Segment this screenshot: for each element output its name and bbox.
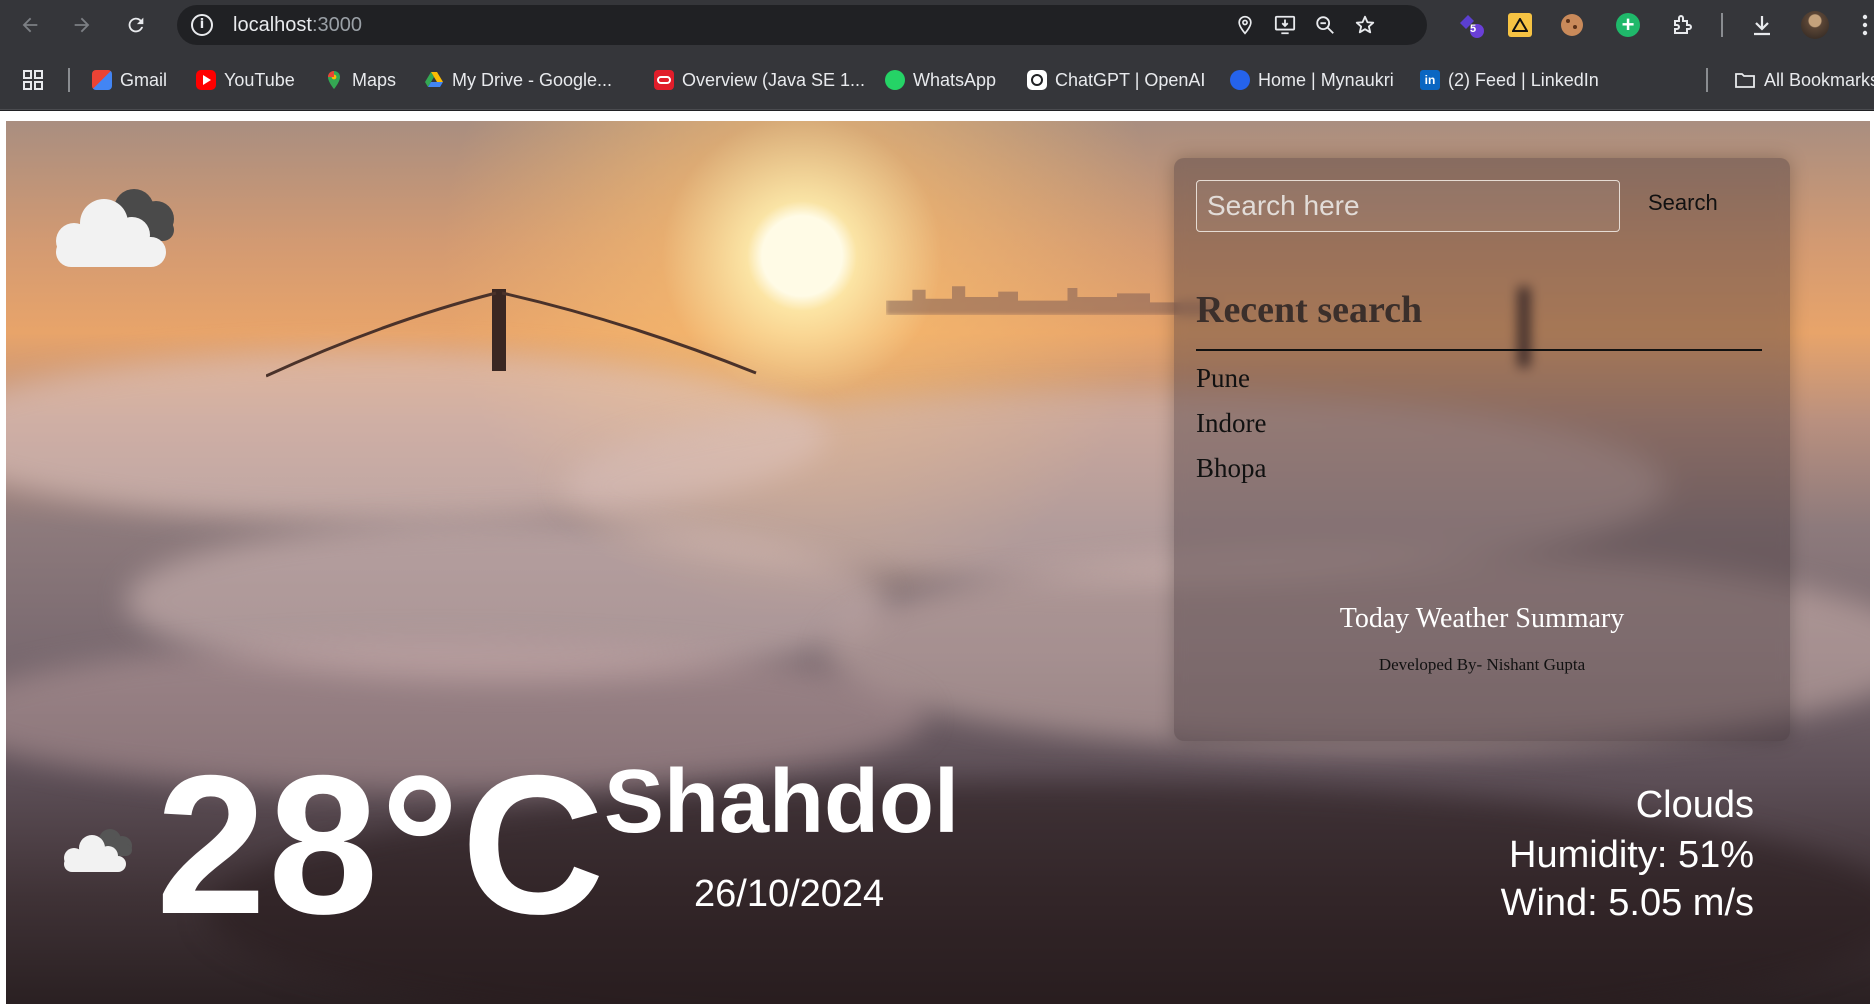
recent-search-item[interactable]: Bhopa (1196, 453, 1267, 484)
forward-button[interactable] (66, 9, 98, 41)
reload-button[interactable] (120, 9, 152, 41)
cookie-extension-icon[interactable] (1557, 10, 1587, 40)
wind-value: Wind: 5.05 m/s (1500, 882, 1754, 924)
bookmark-java-overview[interactable]: Overview (Java SE 1... (654, 64, 865, 96)
bookmark-label: Home | Mynaukri (1258, 69, 1394, 90)
naukri-icon (1230, 70, 1250, 90)
bookmark-label: My Drive - Google... (452, 69, 613, 90)
add-extension-icon[interactable]: + (1613, 10, 1643, 40)
weather-background: Search Recent search Pune Indore Bhopa T… (6, 121, 1870, 1004)
profile-avatar[interactable] (1800, 10, 1830, 40)
menu-kebab-icon[interactable] (1850, 10, 1874, 40)
recent-search-item[interactable]: Indore (1196, 408, 1266, 439)
gmail-icon (92, 70, 112, 90)
address-bar[interactable]: i localhost:3000 (177, 5, 1427, 45)
oracle-icon (654, 70, 674, 90)
bookmark-gmail[interactable]: Gmail (92, 64, 167, 96)
bookmark-star-icon[interactable] (1353, 13, 1377, 37)
zoom-out-icon[interactable] (1313, 13, 1337, 37)
bookmark-google-drive[interactable]: My Drive - Google... (424, 64, 612, 96)
bookmark-chatgpt[interactable]: ChatGPT | OpenAI (1027, 64, 1205, 96)
toolbar-divider (1721, 13, 1723, 37)
cloud-icon (56, 189, 174, 267)
bookmark-label: WhatsApp (913, 69, 997, 90)
folder-icon (1735, 73, 1755, 88)
recent-search-item[interactable]: Pune (1196, 363, 1250, 394)
search-button[interactable]: Search (1648, 190, 1718, 216)
city-skyline (886, 286, 1216, 315)
bookmark-label: (2) Feed | LinkedIn (1448, 69, 1599, 90)
openai-icon (1027, 70, 1047, 90)
all-bookmarks-folder[interactable]: All Bookmarks (1734, 64, 1874, 96)
drive-icon (425, 72, 443, 87)
bookmark-label: Overview (Java SE 1... (682, 69, 866, 90)
site-info-icon[interactable]: i (191, 14, 213, 36)
bookmarks-divider (68, 68, 70, 92)
extension-badge-icon[interactable]: 5 (1455, 10, 1485, 40)
bookmark-youtube[interactable]: YouTube (196, 64, 295, 96)
maps-icon (328, 71, 340, 89)
bookmark-mynaukri[interactable]: Home | Mynaukri (1230, 64, 1394, 96)
bookmarks-bar: Gmail YouTube Maps My Drive - Google... … (0, 50, 1874, 110)
download-icon[interactable] (1747, 10, 1777, 40)
whatsapp-icon (885, 70, 905, 90)
weather-summary-title: Today Weather Summary (1339, 603, 1625, 634)
bookmark-label: ChatGPT | OpenAI (1055, 69, 1206, 90)
page-viewport: Search Recent search Pune Indore Bhopa T… (0, 111, 1874, 1004)
bookmark-whatsapp[interactable]: WhatsApp (885, 64, 996, 96)
bookmark-linkedin[interactable]: in (2) Feed | LinkedIn (1420, 64, 1599, 96)
youtube-icon (196, 70, 216, 90)
url-text: localhost:3000 (233, 14, 362, 36)
cloud-icon (64, 829, 132, 872)
extension-badge-count: 5 (1470, 23, 1477, 35)
extension-warning-icon[interactable] (1505, 10, 1535, 40)
humidity-value: Humidity: 51% (1509, 834, 1754, 876)
developer-credit: Developed By- Nishant Gupta (1378, 655, 1586, 674)
reload-icon (128, 17, 144, 33)
weather-condition: Clouds (1635, 784, 1754, 826)
arrow-right-icon (74, 17, 90, 33)
recent-search-divider (1196, 349, 1762, 351)
bookmark-label: Maps (352, 69, 397, 90)
linkedin-icon: in (1420, 70, 1440, 90)
temperature-value: 28°C (156, 734, 607, 955)
bookmarks-divider (1706, 68, 1708, 92)
recent-search-heading: Recent search (1196, 289, 1423, 331)
bookmark-maps[interactable]: Maps (324, 64, 396, 96)
back-button[interactable] (14, 9, 46, 41)
bookmark-label: All Bookmarks (1764, 69, 1874, 90)
install-app-icon[interactable] (1273, 13, 1297, 37)
search-input[interactable] (1196, 180, 1620, 232)
browser-toolbar: i localhost:3000 5 + (0, 0, 1874, 50)
weather-date: 26/10/2024 (694, 873, 885, 915)
bookmark-label: YouTube (224, 69, 295, 90)
city-name: Shahdol (604, 752, 959, 852)
location-icon[interactable] (1233, 13, 1257, 37)
bookmark-label: Gmail (120, 69, 168, 90)
extensions-puzzle-icon[interactable] (1668, 10, 1698, 40)
apps-grid-icon[interactable] (22, 64, 44, 96)
arrow-left-icon (22, 17, 38, 33)
search-panel: Search Recent search Pune Indore Bhopa T… (1174, 158, 1790, 741)
bridge-silhouette (266, 289, 757, 378)
